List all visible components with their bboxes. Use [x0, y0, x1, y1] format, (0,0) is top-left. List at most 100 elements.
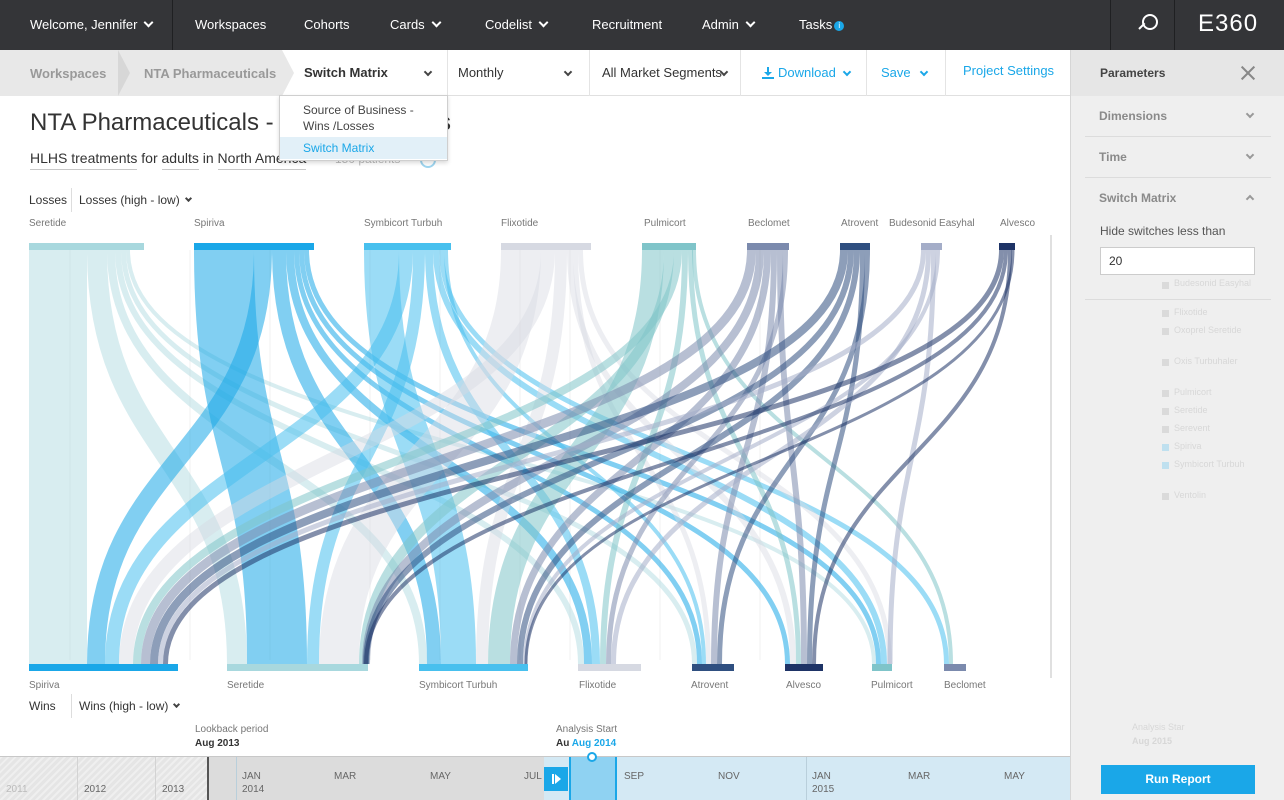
breadcrumb-separator	[282, 50, 294, 96]
tasks-info-icon: i	[834, 21, 845, 31]
hide-switches-input[interactable]: 20	[1100, 247, 1255, 275]
top-node-label: Beclomet	[748, 218, 790, 229]
breadcrumb-separator	[118, 50, 130, 96]
wins-sort-label: Wins (high - low)	[79, 699, 169, 713]
top-node-bar[interactable]	[921, 243, 942, 250]
hide-switches-label: Hide switches less than	[1100, 224, 1226, 238]
ghost-checkbox	[1162, 408, 1169, 415]
segment-select-label: All Market Segments	[602, 65, 722, 80]
nav-tasks[interactable]: Tasks i	[799, 0, 845, 50]
ghost-item: Oxis Turbuhaler	[1174, 356, 1238, 366]
chevron-down-icon	[184, 194, 192, 203]
ghost-checkbox	[1162, 390, 1169, 397]
close-icon[interactable]	[1240, 65, 1256, 81]
project-settings-link[interactable]: Project Settings	[963, 48, 1054, 94]
view-dropdown-menu: Source of Business - Wins /Losses Switch…	[279, 95, 448, 161]
timeline-handle[interactable]	[587, 752, 597, 762]
top-node-bar[interactable]	[999, 243, 1015, 250]
top-node-bar[interactable]	[840, 243, 870, 250]
population-link[interactable]: adults	[161, 150, 199, 170]
timeline-tick	[806, 757, 807, 800]
nav-cohorts[interactable]: Cohorts	[304, 0, 350, 50]
ghost-item: Budesonid Easyhal	[1174, 278, 1252, 288]
analysis-start-prefix: Au	[556, 738, 570, 749]
segment-select[interactable]: All Market Segments	[602, 50, 729, 96]
timeline-scrubber[interactable]: 2011 2012 2013 JAN 2014 MAR MAY JUL SEP …	[0, 756, 1070, 800]
ghost-analysis-label: Analysis Star	[1132, 722, 1185, 732]
menu-item-source-of-business[interactable]: Source of Business - Wins /Losses	[303, 102, 443, 134]
run-report-button[interactable]: Run Report	[1101, 765, 1255, 794]
lookback-label: Lookback period	[195, 724, 269, 735]
bottom-node-bar[interactable]	[872, 664, 892, 671]
bottom-node-bar[interactable]	[944, 664, 966, 671]
bottom-node-bar[interactable]	[785, 664, 823, 671]
chevron-down-icon	[431, 17, 442, 28]
user-menu[interactable]: Welcome, Jennifer	[30, 0, 154, 50]
download-button[interactable]: Download	[762, 50, 852, 96]
timeline-month: SEP	[624, 771, 645, 782]
bottom-node-bar[interactable]	[419, 664, 528, 671]
timeline-year: 2012	[78, 757, 156, 800]
top-node-bar[interactable]	[194, 243, 314, 250]
nav-tasks-label: Tasks	[799, 17, 833, 32]
timeline-analysis-window[interactable]	[569, 757, 617, 800]
nav-workspaces[interactable]: Workspaces	[195, 0, 266, 50]
lookback-value: Aug 2013	[195, 738, 240, 749]
bottom-node-label: Seretide	[227, 680, 265, 691]
top-node-bar[interactable]	[747, 243, 789, 250]
search-icon[interactable]	[1138, 14, 1159, 34]
toolbar-divider	[866, 50, 867, 96]
analysis-start-label: Analysis Start	[556, 724, 618, 735]
nav-cards[interactable]: Cards	[390, 0, 442, 50]
ghost-checkbox	[1162, 359, 1169, 366]
wins-sort-select[interactable]: Wins (high - low)	[79, 699, 181, 713]
bottom-node-bar[interactable]	[227, 664, 368, 671]
ghost-checkbox	[1162, 444, 1169, 451]
play-icon[interactable]	[544, 767, 568, 791]
top-node-bar[interactable]	[364, 243, 451, 250]
nav-divider	[1110, 0, 1111, 50]
ghost-checkbox	[1162, 493, 1169, 500]
ghost-item: Pulmicort	[1174, 387, 1212, 397]
section-switch-matrix[interactable]: Switch Matrix	[1085, 178, 1271, 219]
top-node-bar[interactable]	[642, 243, 696, 250]
bottom-node-bar[interactable]	[692, 664, 734, 671]
view-select-label: Switch Matrix	[304, 65, 388, 80]
chevron-down-icon	[423, 67, 433, 77]
section-dimensions[interactable]: Dimensions	[1085, 96, 1271, 137]
period-select[interactable]: Monthly	[458, 50, 573, 96]
top-node-label: Symbicort Turbuh	[364, 218, 443, 229]
losses-sort-select[interactable]: Losses (high - low)	[79, 193, 192, 207]
top-node-bar[interactable]	[501, 243, 591, 250]
ghost-item: Oxoprel Seretide	[1174, 325, 1242, 335]
bottom-node-bar[interactable]	[29, 664, 178, 671]
chevron-down-icon	[143, 17, 154, 28]
ghost-checkbox	[1162, 426, 1169, 433]
save-button[interactable]: Save	[881, 50, 929, 96]
section-time[interactable]: Time	[1085, 137, 1271, 178]
top-node-bar[interactable]	[29, 243, 144, 250]
ghost-item: Spiriva	[1174, 441, 1202, 451]
breadcrumb-project[interactable]: NTA Pharmaceuticals	[144, 66, 276, 81]
view-select[interactable]: Switch Matrix	[304, 50, 434, 96]
nav-codelist[interactable]: Codelist	[485, 0, 549, 50]
nav-recruitment[interactable]: Recruitment	[592, 0, 662, 50]
ghost-item: Symbicort Turbuh	[1174, 459, 1245, 469]
treatment-link[interactable]: HLHS treatments	[30, 150, 138, 170]
bottom-node-label: Alvesco	[786, 680, 822, 691]
chevron-down-icon	[173, 700, 181, 709]
sort-divider	[71, 694, 72, 718]
chevron-down-icon	[563, 67, 573, 77]
nav-divider	[172, 0, 173, 50]
download-label: Download	[778, 65, 836, 80]
download-icon	[762, 67, 774, 79]
save-label: Save	[881, 65, 911, 80]
chevron-down-icon	[538, 17, 549, 28]
wins-label: Wins	[29, 699, 56, 713]
analysis-start-value: Au Aug 2014	[556, 738, 616, 749]
nav-admin[interactable]: Admin	[702, 0, 756, 50]
timeline-tick	[236, 757, 237, 800]
menu-item-switch-matrix[interactable]: Switch Matrix	[280, 137, 447, 159]
breadcrumb-workspaces[interactable]: Workspaces	[30, 66, 106, 81]
bottom-node-bar[interactable]	[578, 664, 641, 671]
